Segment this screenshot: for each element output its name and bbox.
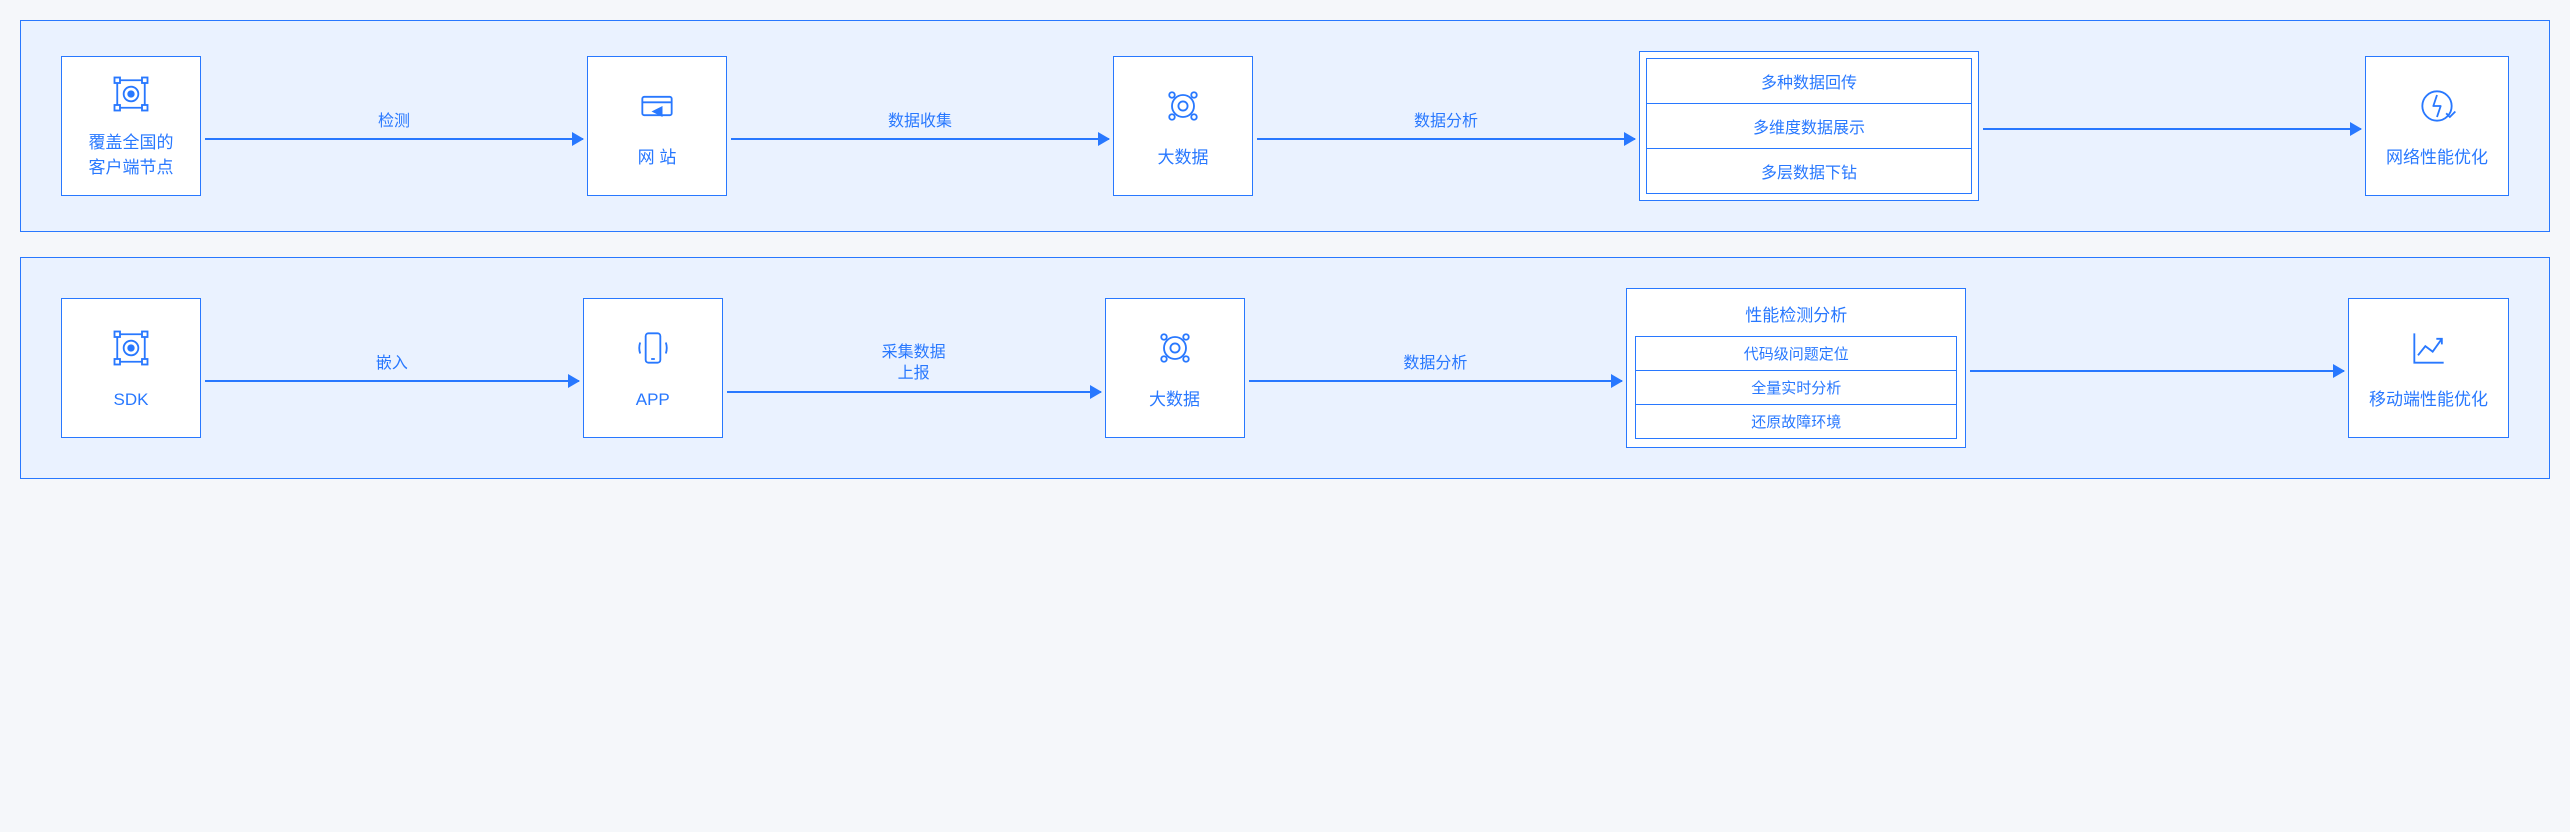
bigdata-icon [1158, 81, 1208, 131]
arrow-label: 检测 [378, 112, 410, 133]
node-mobile-optimize: 移动端性能优化 [2348, 298, 2509, 438]
arrow-line-icon [1249, 380, 1623, 382]
node-label: 网络性能优化 [2386, 145, 2488, 171]
node-network-optimize: 网络性能优化 [2365, 56, 2509, 196]
arrow-to-optimize [1979, 122, 2365, 130]
arrow-embed: 嵌入 [201, 354, 583, 383]
optimize-icon [2412, 81, 2462, 131]
list-item: 代码级问题定位 [1636, 337, 1956, 371]
bigdata-icon [1150, 323, 1200, 373]
nodes-icon [106, 323, 156, 373]
list-item: 多层数据下钻 [1647, 149, 1971, 193]
node-label: APP [636, 387, 670, 413]
arrow-line-icon [731, 138, 1109, 140]
arrow-label: 数据收集 [888, 112, 952, 133]
node-label: 移动端性能优化 [2369, 387, 2488, 413]
node-label: 大数据 [1149, 387, 1200, 413]
list-header: 性能检测分析 [1627, 289, 1965, 332]
arrow-label: 数据分析 [1403, 354, 1467, 375]
node-label: SDK [114, 387, 149, 413]
arrow-line-icon [205, 138, 583, 140]
list-inner: 多种数据回传 多维度数据展示 多层数据下钻 [1646, 58, 1972, 194]
arrow-analyze-mobile: 数据分析 [1245, 354, 1627, 383]
arrow-collect: 数据收集 [727, 112, 1113, 141]
node-perf-analysis: 性能检测分析 代码级问题定位 全量实时分析 还原故障环境 [1626, 288, 1966, 448]
node-label: 大数据 [1158, 145, 1209, 171]
node-sdk: SDK [61, 298, 201, 438]
flow-row-mobile: SDK 嵌入 APP 采集数据 上报 大数据 数据分析 [20, 257, 2550, 479]
list-item: 全量实时分析 [1636, 371, 1956, 405]
node-bigdata: 大数据 [1113, 56, 1253, 196]
arrow-analyze: 数据分析 [1253, 112, 1639, 141]
app-icon [628, 323, 678, 373]
node-label: 网 站 [638, 145, 677, 171]
arrow-to-mobile-opt [1966, 364, 2348, 372]
chart-icon [2404, 323, 2454, 373]
node-bigdata-mobile: 大数据 [1105, 298, 1245, 438]
list-item: 多种数据回传 [1647, 59, 1971, 104]
list-item: 多维度数据展示 [1647, 104, 1971, 149]
list-sub: 代码级问题定位 全量实时分析 还原故障环境 [1635, 336, 1957, 439]
arrow-label: 数据分析 [1414, 112, 1478, 133]
arrow-report: 采集数据 上报 [723, 343, 1105, 393]
flow-row-web: 覆盖全国的 客户端节点 检测 网 站 数据收集 大数据 数据分析 [20, 20, 2550, 232]
arrow-line-icon [727, 391, 1101, 393]
arrow-detect: 检测 [201, 112, 587, 141]
node-analysis-list: 多种数据回传 多维度数据展示 多层数据下钻 [1639, 51, 1979, 201]
arrow-label: 嵌入 [376, 354, 408, 375]
arrow-line-icon [1257, 138, 1635, 140]
arrow-line-icon [1970, 370, 2344, 372]
arrow-label: 采集数据 上报 [882, 343, 946, 385]
website-icon [632, 81, 682, 131]
nodes-icon [106, 72, 156, 116]
node-client-endpoints: 覆盖全国的 客户端节点 [61, 56, 201, 196]
node-website: 网 站 [587, 56, 727, 196]
arrow-line-icon [1983, 128, 2361, 130]
node-app: APP [583, 298, 723, 438]
node-label: 覆盖全国的 客户端节点 [89, 130, 174, 181]
list-item: 还原故障环境 [1636, 405, 1956, 438]
arrow-line-icon [205, 380, 579, 382]
